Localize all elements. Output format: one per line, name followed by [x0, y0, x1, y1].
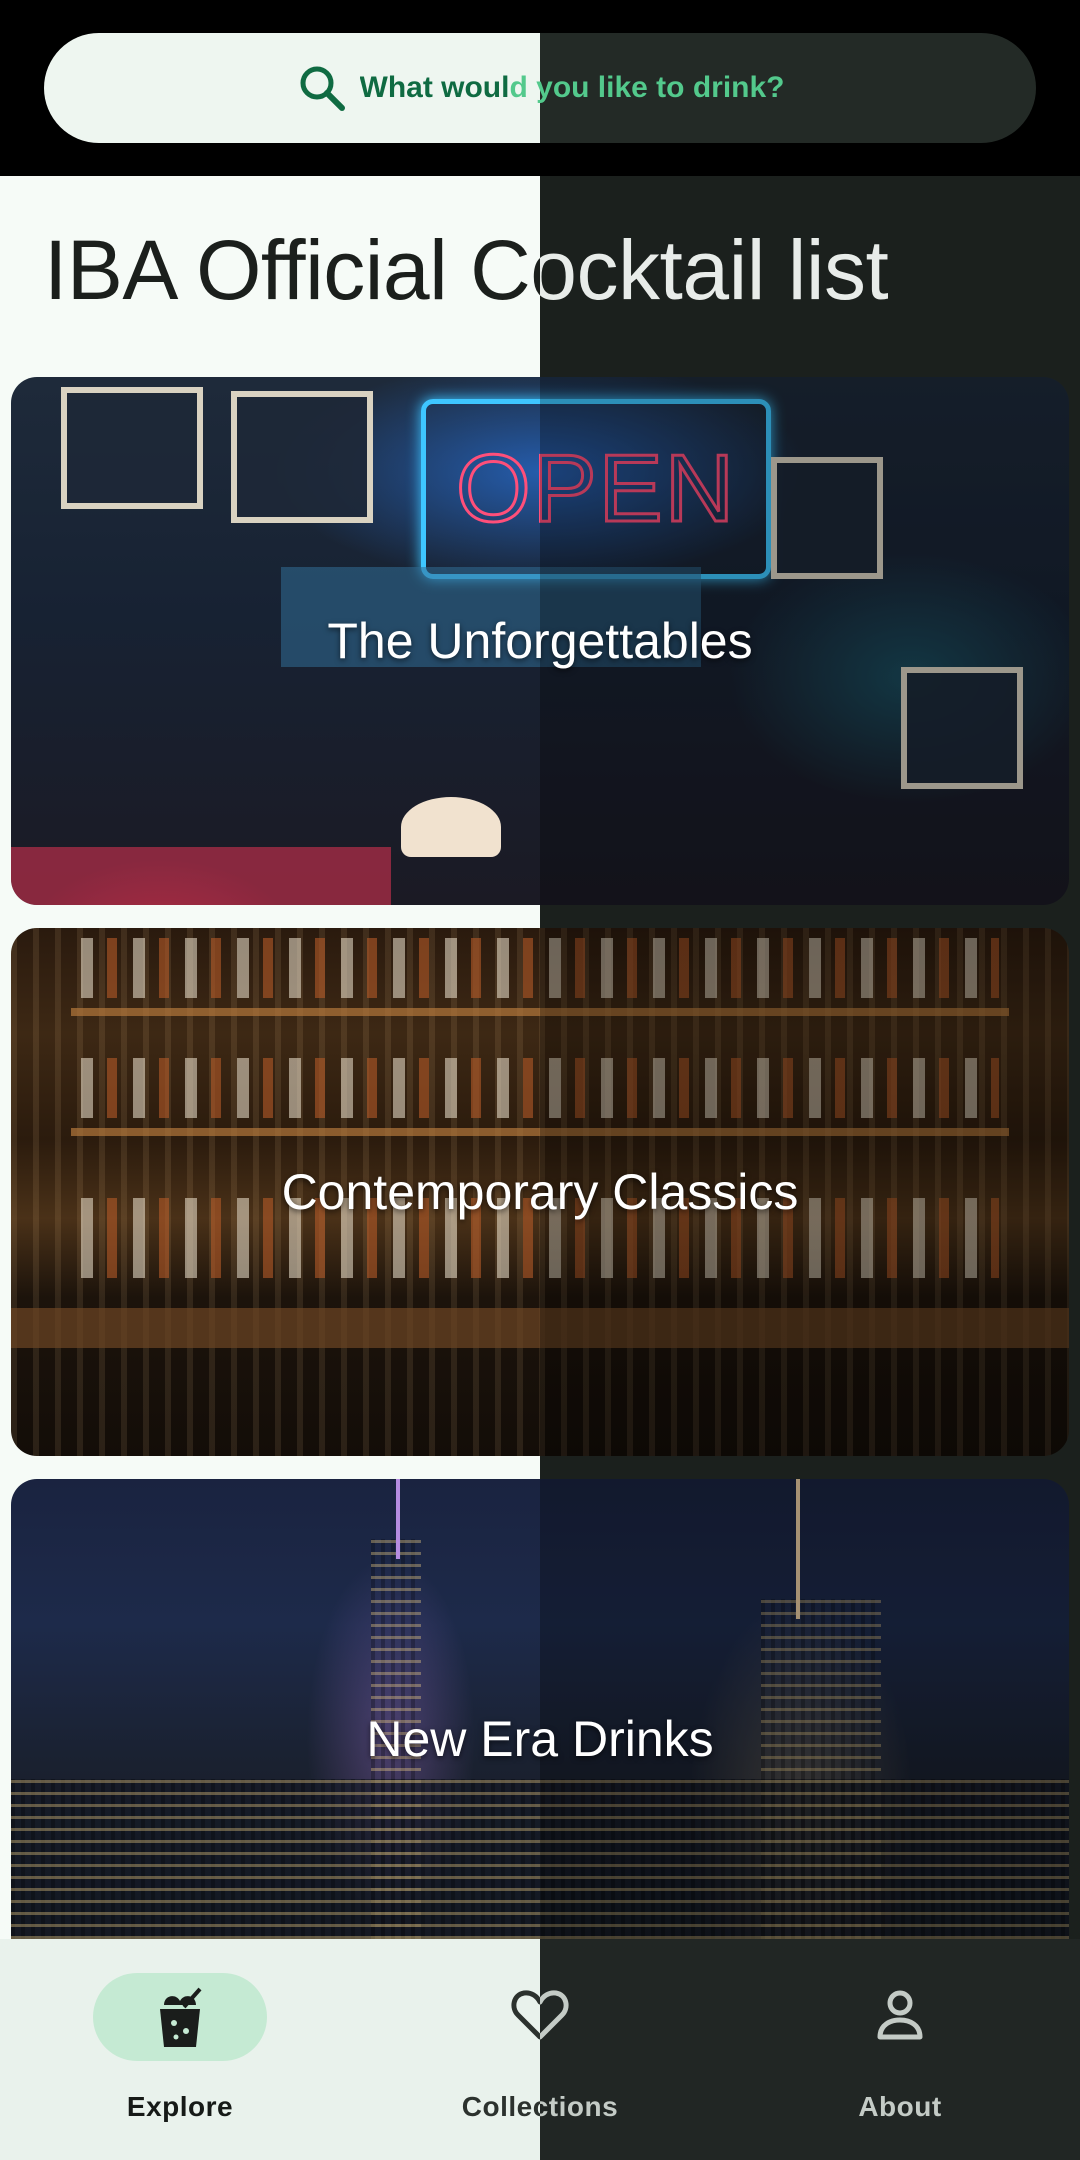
- search-content: What would you like to drink?: [296, 62, 785, 114]
- search-bar[interactable]: What would you like to drink?: [44, 33, 1036, 143]
- wall-frame: [231, 391, 373, 523]
- red-counter: [11, 847, 391, 905]
- category-label: The Unforgettables: [327, 613, 753, 669]
- category-label: Contemporary Classics: [281, 1164, 799, 1220]
- nav-label: Collections: [360, 2091, 720, 2123]
- nav-label: About: [858, 2091, 942, 2122]
- search-placeholder: What would you like to drink?: [359, 71, 785, 104]
- spire: [396, 1479, 400, 1559]
- search-icon: [296, 62, 348, 114]
- cocktail-icon: [0, 1987, 360, 2051]
- category-card-unforgettables[interactable]: OPEN The Unforgettables: [11, 377, 1069, 905]
- lamp: [401, 797, 501, 857]
- nav-about[interactable]: About: [720, 1939, 1080, 2160]
- heart-icon: [360, 1987, 720, 2043]
- page-title: IBA Official Cocktail list: [44, 223, 889, 317]
- person-icon: [720, 1987, 1080, 2043]
- category-card-contemporary-classics[interactable]: Contemporary Classics: [11, 928, 1069, 1456]
- nav-explore[interactable]: Explore: [0, 1939, 360, 2160]
- explore-screen: What would you like to drink? IBA Offici…: [0, 0, 1080, 2160]
- category-card-new-era-drinks[interactable]: New Era Drinks: [11, 1479, 1069, 1999]
- category-label: New Era Drinks: [366, 1711, 714, 1767]
- nav-label: Explore: [126, 2091, 234, 2122]
- bottom-navigation: Explore Collections About: [0, 1939, 1080, 2160]
- wall-frame: [61, 387, 203, 509]
- top-app-bar: What would you like to drink?: [0, 0, 1080, 176]
- nav-collections[interactable]: Collections: [360, 1939, 720, 2160]
